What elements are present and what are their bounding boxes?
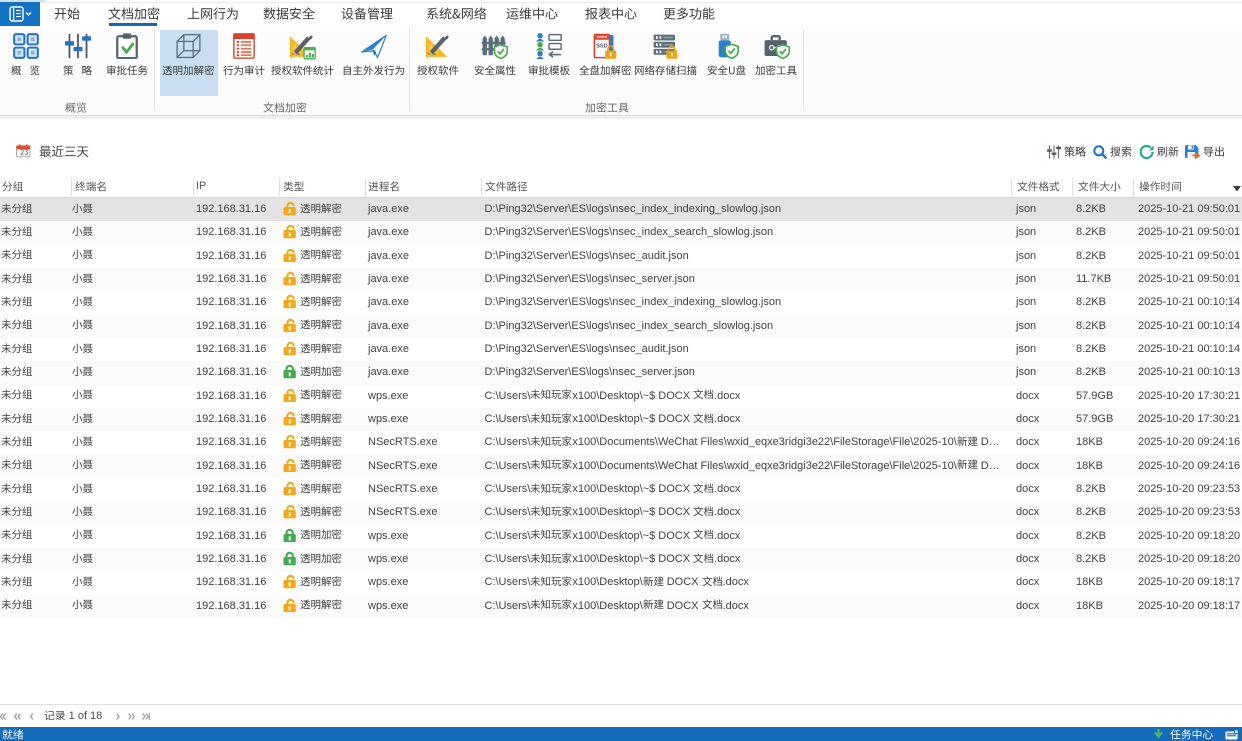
svg-text:SSD: SSD: [596, 44, 607, 50]
